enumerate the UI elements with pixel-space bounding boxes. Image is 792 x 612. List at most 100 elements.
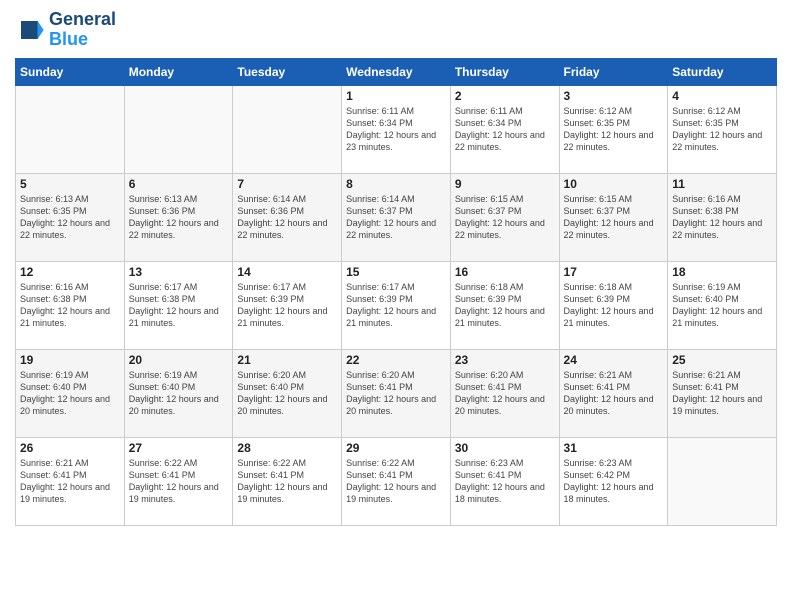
day-number: 26 [20,441,120,455]
calendar-cell: 5Sunrise: 6:13 AM Sunset: 6:35 PM Daylig… [16,173,125,261]
calendar-cell: 2 Sunrise: 6:11 AM Sunset: 6:34 PM Daylig… [450,85,559,173]
day-content: Sunrise: 6:22 AM Sunset: 6:41 PM Dayligh… [237,457,337,506]
day-number: 28 [237,441,337,455]
day-number: 9 [455,177,555,191]
day-number: 13 [129,265,229,279]
calendar-cell: 26 Sunrise: 6:21 AM Sunset: 6:41 PM Dayli… [16,437,125,525]
calendar-cell: 13 Sunrise: 6:17 AM Sunset: 6:38 PM Dayli… [124,261,233,349]
day-content: Sunrise: 6:20 AM Sunset: 6:40 PM Dayligh… [237,369,337,418]
day-content: Sunrise: 6:11 AM Sunset: 6:34 PM Dayligh… [346,105,446,154]
weekday-header: Monday [124,58,233,85]
calendar-cell: 21 Sunrise: 6:20 AM Sunset: 6:40 PM Dayli… [233,349,342,437]
calendar-cell: 27 Sunrise: 6:22 AM Sunset: 6:41 PM Dayli… [124,437,233,525]
calendar-cell: 12Sunrise: 6:16 AM Sunset: 6:38 PM Dayli… [16,261,125,349]
day-content: Sunrise: 6:17 AM Sunset: 6:39 PM Dayligh… [346,281,446,330]
day-number: 30 [455,441,555,455]
logo-text: General Blue [49,10,116,50]
day-number: 8 [346,177,446,191]
day-content: Sunrise: 6:17 AM Sunset: 6:38 PM Dayligh… [129,281,229,330]
calendar-cell: 25 Sunrise: 6:21 AM Sunset: 6:41 PM Dayli… [668,349,777,437]
calendar-cell [668,437,777,525]
calendar-cell: 1 Sunrise: 6:11 AM Sunset: 6:34 PM Daylig… [342,85,451,173]
day-number: 23 [455,353,555,367]
day-content: Sunrise: 6:19 AM Sunset: 6:40 PM Dayligh… [129,369,229,418]
day-content: Sunrise: 6:16 AM Sunset: 6:38 PM Dayligh… [20,281,120,330]
day-content: Sunrise: 6:23 AM Sunset: 6:42 PM Dayligh… [564,457,664,506]
day-content: Sunrise: 6:22 AM Sunset: 6:41 PM Dayligh… [129,457,229,506]
calendar-cell: 31 Sunrise: 6:23 AM Sunset: 6:42 PM Dayli… [559,437,668,525]
day-content: Sunrise: 6:12 AM Sunset: 6:35 PM Dayligh… [564,105,664,154]
day-content: Sunrise: 6:22 AM Sunset: 6:41 PM Dayligh… [346,457,446,506]
day-content: Sunrise: 6:15 AM Sunset: 6:37 PM Dayligh… [564,193,664,242]
page-header: General Blue [15,10,777,50]
day-number: 21 [237,353,337,367]
calendar-cell: 30 Sunrise: 6:23 AM Sunset: 6:41 PM Dayli… [450,437,559,525]
calendar-cell: 23 Sunrise: 6:20 AM Sunset: 6:41 PM Dayli… [450,349,559,437]
day-content: Sunrise: 6:14 AM Sunset: 6:37 PM Dayligh… [346,193,446,242]
day-number: 16 [455,265,555,279]
calendar-week-row: 26 Sunrise: 6:21 AM Sunset: 6:41 PM Dayli… [16,437,777,525]
weekday-header: Wednesday [342,58,451,85]
weekday-header: Friday [559,58,668,85]
day-content: Sunrise: 6:18 AM Sunset: 6:39 PM Dayligh… [564,281,664,330]
day-number: 18 [672,265,772,279]
day-number: 11 [672,177,772,191]
calendar-table: SundayMondayTuesdayWednesdayThursdayFrid… [15,58,777,526]
calendar-week-row: 12Sunrise: 6:16 AM Sunset: 6:38 PM Dayli… [16,261,777,349]
calendar-cell: 24Sunrise: 6:21 AM Sunset: 6:41 PM Dayli… [559,349,668,437]
day-content: Sunrise: 6:17 AM Sunset: 6:39 PM Dayligh… [237,281,337,330]
calendar-cell: 14 Sunrise: 6:17 AM Sunset: 6:39 PM Dayli… [233,261,342,349]
calendar-cell: 20 Sunrise: 6:19 AM Sunset: 6:40 PM Dayli… [124,349,233,437]
day-content: Sunrise: 6:21 AM Sunset: 6:41 PM Dayligh… [20,457,120,506]
calendar-cell [16,85,125,173]
calendar-cell: 15 Sunrise: 6:17 AM Sunset: 6:39 PM Dayli… [342,261,451,349]
calendar-cell: 28 Sunrise: 6:22 AM Sunset: 6:41 PM Dayli… [233,437,342,525]
page-container: General Blue SundayMondayTuesdayWednesda… [0,0,792,536]
day-number: 29 [346,441,446,455]
day-content: Sunrise: 6:13 AM Sunset: 6:36 PM Dayligh… [129,193,229,242]
calendar-week-row: 1 Sunrise: 6:11 AM Sunset: 6:34 PM Daylig… [16,85,777,173]
calendar-cell: 9 Sunrise: 6:15 AM Sunset: 6:37 PM Daylig… [450,173,559,261]
day-number: 10 [564,177,664,191]
day-number: 20 [129,353,229,367]
day-content: Sunrise: 6:19 AM Sunset: 6:40 PM Dayligh… [20,369,120,418]
calendar-cell [124,85,233,173]
calendar-cell: 3 Sunrise: 6:12 AM Sunset: 6:35 PM Daylig… [559,85,668,173]
calendar-cell: 8 Sunrise: 6:14 AM Sunset: 6:37 PM Daylig… [342,173,451,261]
calendar-cell: 6 Sunrise: 6:13 AM Sunset: 6:36 PM Daylig… [124,173,233,261]
day-content: Sunrise: 6:14 AM Sunset: 6:36 PM Dayligh… [237,193,337,242]
day-content: Sunrise: 6:21 AM Sunset: 6:41 PM Dayligh… [564,369,664,418]
calendar-cell: 11 Sunrise: 6:16 AM Sunset: 6:38 PM Dayli… [668,173,777,261]
calendar-cell: 17 Sunrise: 6:18 AM Sunset: 6:39 PM Dayli… [559,261,668,349]
weekday-header: Thursday [450,58,559,85]
day-content: Sunrise: 6:20 AM Sunset: 6:41 PM Dayligh… [455,369,555,418]
day-number: 15 [346,265,446,279]
weekday-header: Sunday [16,58,125,85]
day-content: Sunrise: 6:19 AM Sunset: 6:40 PM Dayligh… [672,281,772,330]
day-content: Sunrise: 6:23 AM Sunset: 6:41 PM Dayligh… [455,457,555,506]
calendar-cell: 16 Sunrise: 6:18 AM Sunset: 6:39 PM Dayli… [450,261,559,349]
day-content: Sunrise: 6:11 AM Sunset: 6:34 PM Dayligh… [455,105,555,154]
calendar-cell: 7Sunrise: 6:14 AM Sunset: 6:36 PM Daylig… [233,173,342,261]
day-number: 3 [564,89,664,103]
weekday-header: Tuesday [233,58,342,85]
day-number: 19 [20,353,120,367]
day-content: Sunrise: 6:20 AM Sunset: 6:41 PM Dayligh… [346,369,446,418]
day-number: 1 [346,89,446,103]
day-content: Sunrise: 6:18 AM Sunset: 6:39 PM Dayligh… [455,281,555,330]
day-number: 4 [672,89,772,103]
day-number: 14 [237,265,337,279]
logo-icon [15,15,45,45]
calendar-cell: 4Sunrise: 6:12 AM Sunset: 6:35 PM Daylig… [668,85,777,173]
day-number: 17 [564,265,664,279]
day-content: Sunrise: 6:15 AM Sunset: 6:37 PM Dayligh… [455,193,555,242]
day-number: 5 [20,177,120,191]
day-number: 27 [129,441,229,455]
day-number: 25 [672,353,772,367]
day-number: 31 [564,441,664,455]
day-number: 6 [129,177,229,191]
day-content: Sunrise: 6:16 AM Sunset: 6:38 PM Dayligh… [672,193,772,242]
day-content: Sunrise: 6:21 AM Sunset: 6:41 PM Dayligh… [672,369,772,418]
day-number: 2 [455,89,555,103]
calendar-cell: 18 Sunrise: 6:19 AM Sunset: 6:40 PM Dayli… [668,261,777,349]
